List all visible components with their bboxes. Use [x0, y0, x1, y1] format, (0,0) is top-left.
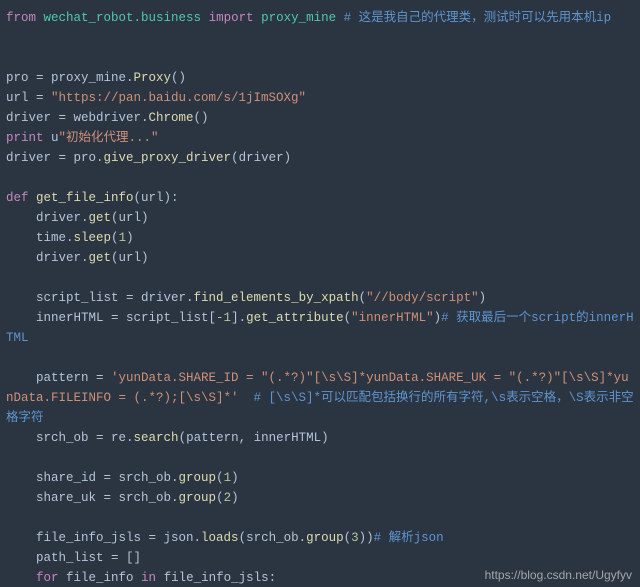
- func-name: get: [89, 251, 112, 265]
- number: 3: [351, 531, 359, 545]
- code-text: share_uk = srch_ob.: [6, 491, 179, 505]
- code-text: (: [111, 231, 119, 245]
- keyword-in: in: [141, 571, 156, 585]
- code-text: time.: [6, 231, 74, 245]
- punct: (): [194, 111, 209, 125]
- number: 1: [224, 471, 232, 485]
- comment: # 解析json: [374, 531, 444, 545]
- code-text: ): [231, 491, 239, 505]
- code-text: pattern =: [6, 371, 111, 385]
- code-text: (srch_ob.: [239, 531, 307, 545]
- code-text: srch_ob = re.: [6, 431, 134, 445]
- func-name: group: [179, 491, 217, 505]
- code-text: url =: [6, 91, 51, 105]
- code-text: file_info_jsls = json.: [6, 531, 201, 545]
- code-text: driver.: [6, 251, 89, 265]
- code-text: (: [344, 531, 352, 545]
- punct: (): [171, 71, 186, 85]
- code-text: )): [359, 531, 374, 545]
- code-text: ): [126, 231, 134, 245]
- string: "//body/script": [366, 291, 479, 305]
- keyword-import: import: [209, 11, 254, 25]
- code-text: script_list = driver.: [6, 291, 194, 305]
- code-text: [6, 571, 36, 585]
- class-name: Proxy: [134, 71, 172, 85]
- func-name: get_attribute: [246, 311, 344, 325]
- code-text: path_list = []: [6, 551, 141, 565]
- code-text: innerHTML = script_list[: [6, 311, 216, 325]
- number: -1: [216, 311, 231, 325]
- func-name: group: [306, 531, 344, 545]
- keyword-print: print: [6, 131, 44, 145]
- code-text: share_id = srch_ob.: [6, 471, 179, 485]
- code-text: (pattern, innerHTML): [179, 431, 329, 445]
- string: "innerHTML": [351, 311, 434, 325]
- func-name: search: [134, 431, 179, 445]
- comment: # 这是我自己的代理类，测试时可以先用本机ip: [344, 11, 612, 25]
- func-name: give_proxy_driver: [104, 151, 232, 165]
- code-text: (: [216, 491, 224, 505]
- code-text: file_info_jsls:: [156, 571, 276, 585]
- code-block: from wechat_robot.business import proxy_…: [0, 0, 640, 587]
- keyword-from: from: [6, 11, 36, 25]
- code-text: (: [359, 291, 367, 305]
- module: proxy_mine: [261, 11, 336, 25]
- code-text: u: [44, 131, 59, 145]
- func-name: get_file_info: [29, 191, 134, 205]
- string: "初始化代理...": [59, 131, 159, 145]
- class-name: Chrome: [149, 111, 194, 125]
- code-text: (driver): [231, 151, 291, 165]
- module: wechat_robot.business: [44, 11, 202, 25]
- number: 2: [224, 491, 232, 505]
- keyword-for: for: [36, 571, 59, 585]
- code-text: (: [344, 311, 352, 325]
- code-text: driver.: [6, 211, 89, 225]
- code-text: ): [231, 471, 239, 485]
- keyword-def: def: [6, 191, 29, 205]
- func-name: sleep: [74, 231, 112, 245]
- func-name: get: [89, 211, 112, 225]
- code-text: driver = webdriver.: [6, 111, 149, 125]
- func-name: find_elements_by_xpath: [194, 291, 359, 305]
- code-text: (url):: [134, 191, 179, 205]
- func-name: loads: [201, 531, 239, 545]
- code-text: (: [216, 471, 224, 485]
- code-text: file_info: [59, 571, 142, 585]
- code-text: (url): [111, 211, 149, 225]
- code-text: pro = proxy_mine.: [6, 71, 134, 85]
- code-text: ].: [231, 311, 246, 325]
- number: 1: [119, 231, 127, 245]
- code-text: driver = pro.: [6, 151, 104, 165]
- func-name: group: [179, 471, 217, 485]
- code-text: (url): [111, 251, 149, 265]
- code-text: ): [479, 291, 487, 305]
- string: "https://pan.baidu.com/s/1jImSOXg": [51, 91, 306, 105]
